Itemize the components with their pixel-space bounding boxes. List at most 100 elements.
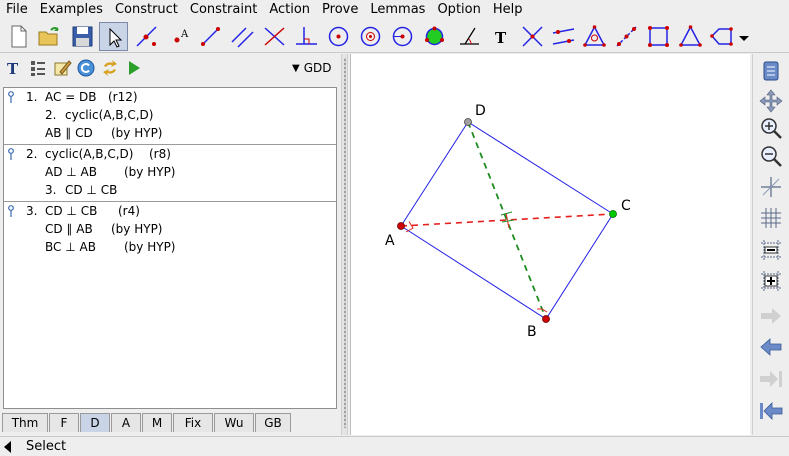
tab-thm[interactable]: Thm <box>2 413 48 432</box>
tree-list-icon <box>31 61 45 76</box>
new-file-button[interactable] <box>4 22 33 51</box>
step-forward-button[interactable] <box>758 366 784 392</box>
triangle-tool-button[interactable] <box>580 22 609 51</box>
open-file-button[interactable] <box>35 22 64 51</box>
grid-decrease-button[interactable] <box>758 237 784 263</box>
midpoint-icon <box>616 26 637 47</box>
method-select-value: GDD <box>303 61 332 75</box>
step-note: (r8) <box>149 147 171 161</box>
point-label-tool-button[interactable]: A <box>166 22 195 51</box>
line-tool-button[interactable] <box>196 22 225 51</box>
menu-option[interactable]: Option <box>431 0 486 20</box>
step-text: AC = DB <box>45 90 97 104</box>
label-d[interactable]: D <box>475 103 486 119</box>
pan-button[interactable] <box>758 88 784 114</box>
square-tool-button[interactable] <box>644 22 673 51</box>
angle-tool-button[interactable] <box>455 22 484 51</box>
isosceles-triangle-tool-button[interactable] <box>676 22 705 51</box>
zoom-out-button[interactable] <box>758 144 784 170</box>
step-text: AB ∥ CD <box>45 126 93 140</box>
menu-constraint[interactable]: Constraint <box>184 0 263 20</box>
edit-note-icon <box>54 60 72 76</box>
tab-a[interactable]: A <box>111 413 141 432</box>
copyright-button[interactable] <box>76 58 96 78</box>
text-format-button[interactable]: T <box>4 58 24 78</box>
tab-f[interactable]: F <box>49 413 79 432</box>
step-number: 3. <box>26 204 38 218</box>
method-select[interactable]: ▼ GDD <box>292 59 331 77</box>
arrow-left-icon <box>760 338 782 356</box>
menu-file[interactable]: File <box>0 0 34 20</box>
polygon-tool-button[interactable] <box>707 22 736 51</box>
grid-icon <box>761 208 781 228</box>
scroll-button[interactable] <box>758 58 784 84</box>
tab-gb[interactable]: GB <box>255 413 291 432</box>
proof-tree-button[interactable] <box>28 58 48 78</box>
menu-lemmas[interactable]: Lemmas <box>364 0 431 20</box>
menu-bar: File Examples Construct Constraint Action Pro… <box>0 0 789 20</box>
text-format-icon: T <box>7 60 19 78</box>
proof-tree: 1. AC = DB (r12) 2. cyclic(A,B,C,D) AB ∥… <box>3 87 337 409</box>
point-b[interactable] <box>542 315 550 323</box>
label-b[interactable]: B <box>527 324 537 340</box>
main-toolbar: A T <box>0 20 789 53</box>
proof-step-block[interactable]: 2. cyclic(A,B,C,D) (r8) AD ⊥ AB (by HYP)… <box>4 145 336 202</box>
grid-button[interactable] <box>758 205 784 231</box>
select-tool-button[interactable] <box>99 22 128 51</box>
step-note: (r12) <box>108 90 138 104</box>
menu-prove[interactable]: Prove <box>316 0 364 20</box>
edit-proof-button[interactable] <box>52 58 72 78</box>
polygon-icon <box>710 27 733 46</box>
point-a[interactable] <box>397 222 405 230</box>
circle-fill-tool-button[interactable] <box>420 22 449 51</box>
zoom-in-button[interactable] <box>758 116 784 142</box>
label-a[interactable]: A <box>385 233 395 249</box>
menu-help[interactable]: Help <box>487 0 529 20</box>
forward-button[interactable] <box>758 303 784 329</box>
refresh-button[interactable] <box>100 58 120 78</box>
menu-construct[interactable]: Construct <box>109 0 184 20</box>
perpendicular-line-tool-button[interactable] <box>260 22 289 51</box>
foot-tool-button[interactable] <box>292 22 321 51</box>
tab-wu[interactable]: Wu <box>214 413 254 432</box>
text-tool-button[interactable]: T <box>486 22 515 51</box>
circle-three-point-tool-button[interactable] <box>388 22 417 51</box>
menu-action[interactable]: Action <box>263 0 316 20</box>
midpoint-tool-button[interactable] <box>612 22 641 51</box>
parallel-line-tool-button[interactable] <box>228 22 257 51</box>
step-text: cyclic(A,B,C,D) <box>45 147 134 161</box>
tab-m[interactable]: M <box>142 413 172 432</box>
proof-step-block[interactable]: 1. AC = DB (r12) 2. cyclic(A,B,C,D) AB ∥… <box>4 88 336 145</box>
grid-increase-button[interactable] <box>758 268 784 294</box>
triangle-icon <box>583 25 606 47</box>
tab-d[interactable]: D <box>80 413 110 432</box>
panel-splitter[interactable] <box>341 54 348 435</box>
drawing-canvas[interactable]: A B C D <box>350 54 750 435</box>
point-c[interactable] <box>609 210 617 218</box>
toolbar-more-arrow-icon[interactable] <box>738 28 750 48</box>
proof-line: AB ∥ CD (by HYP) <box>4 124 336 142</box>
circle-center-tool-button[interactable] <box>356 22 385 51</box>
point-on-line-icon <box>136 26 157 47</box>
collapse-left-icon[interactable] <box>4 441 12 453</box>
save-button[interactable] <box>68 22 97 51</box>
point-on-line-tool-button[interactable] <box>132 22 161 51</box>
run-proof-button[interactable] <box>124 58 144 78</box>
play-icon <box>129 61 140 75</box>
step-start-button[interactable] <box>758 398 784 424</box>
point-d[interactable] <box>464 118 472 126</box>
intersection-tool-button[interactable] <box>518 22 547 51</box>
copyright-icon <box>77 59 95 77</box>
new-file-icon <box>11 25 27 48</box>
text-icon: T <box>495 29 507 47</box>
label-c[interactable]: C <box>621 198 631 214</box>
tab-fix[interactable]: Fix <box>173 413 213 432</box>
geometry-figure[interactable]: A B C D <box>351 54 751 435</box>
back-button[interactable] <box>758 334 784 360</box>
circle-tool-button[interactable] <box>324 22 353 51</box>
mirror-tool-button[interactable] <box>549 22 578 51</box>
proof-step-block[interactable]: 3. CD ⊥ CB (r4) CD ∥ AB (by HYP) BC ⊥ AB… <box>4 202 336 258</box>
scroll-icon <box>763 61 779 81</box>
crosshair-button[interactable] <box>758 174 784 200</box>
menu-examples[interactable]: Examples <box>34 0 109 20</box>
